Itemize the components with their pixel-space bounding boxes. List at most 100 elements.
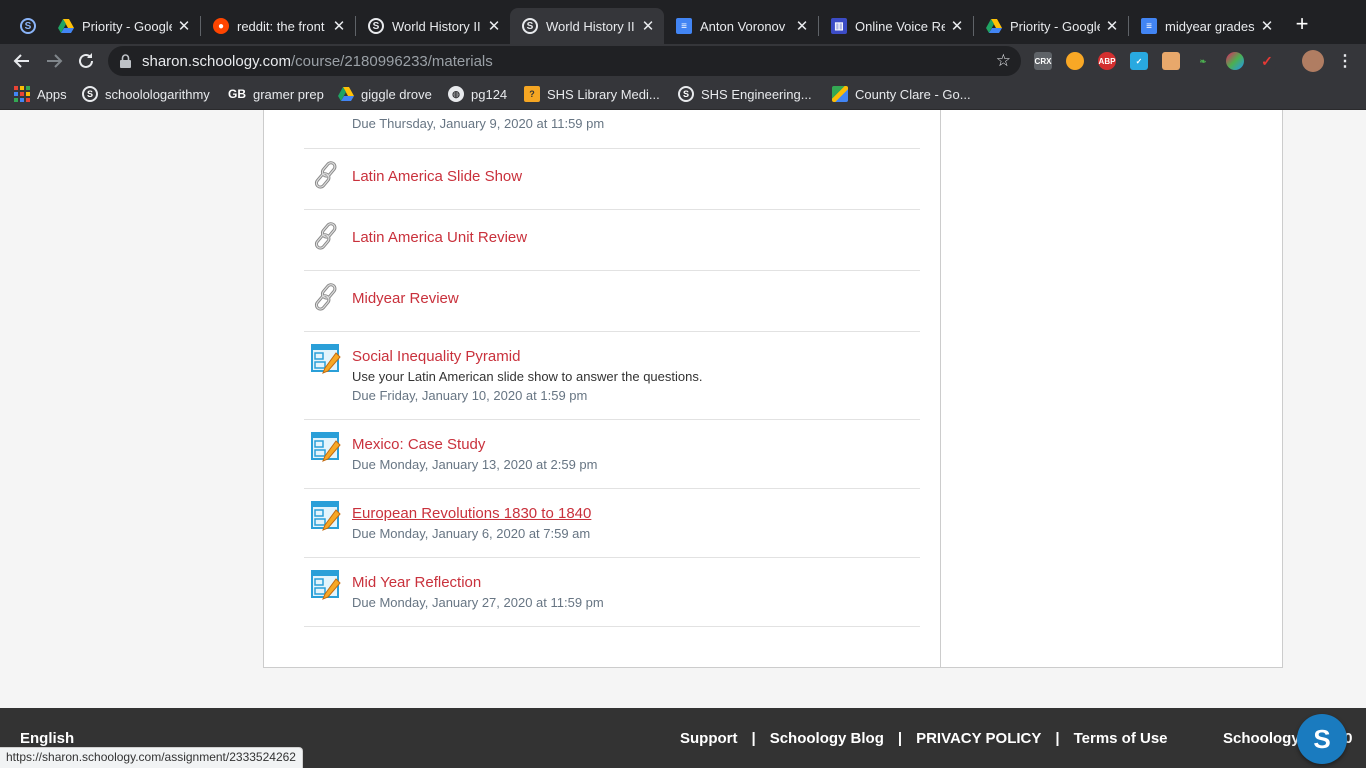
footer-separator: | [751, 730, 756, 747]
bookmark-label: pg124 [471, 86, 508, 102]
schoology-help-button[interactable]: S [1297, 714, 1347, 764]
privacy-policy-link[interactable]: PRIVACY POLICY [916, 730, 1041, 747]
material-row-assignment[interactable]: Mid Year Reflection Due Monday, January … [304, 558, 920, 627]
column-divider [940, 110, 941, 668]
material-title-link-hovered[interactable]: European Revolutions 1830 to 1840 [352, 505, 591, 522]
reload-icon [79, 53, 93, 68]
lock-icon [120, 54, 132, 68]
tab-world-history[interactable]: S World History II ✕ [356, 8, 510, 44]
google-docs-icon: ≡ [676, 18, 692, 34]
url-path: /course/2180996233/materials [290, 52, 493, 70]
material-title-link[interactable]: Social Inequality Pyramid [352, 348, 520, 365]
material-row-assignment[interactable]: Mexico: Case Study Due Monday, January 1… [304, 420, 920, 489]
address-bar[interactable]: sharon.schoology.com/course/2180996233/m… [108, 46, 1021, 76]
url-host: sharon.schoology.com [142, 52, 291, 70]
close-tab-icon[interactable]: ✕ [949, 17, 965, 35]
bookmark-shs-engineering[interactable]: S SHS Engineering... [678, 85, 812, 103]
tab-title: midyear grades [1165, 18, 1255, 34]
material-row-link[interactable]: Midyear Review [304, 271, 920, 332]
bookmark-pg124[interactable]: ◍ pg124 [448, 85, 507, 103]
material-title-link[interactable]: Latin America Unit Review [352, 229, 527, 246]
adblock-plus-icon[interactable]: ABP [1098, 52, 1116, 70]
tab-title: Priority - Google [82, 18, 172, 34]
bookmark-label: County Clare - Go... [855, 86, 971, 102]
tab-voice-recorder[interactable]: ▥ Online Voice Re ✕ [819, 8, 973, 44]
tab-midyear-grades[interactable]: ≡ midyear grades ✕ [1129, 8, 1283, 44]
tab-title: World History II [546, 18, 635, 34]
box-extension-icon[interactable] [1162, 52, 1180, 70]
color-wheel-extension-icon[interactable] [1226, 52, 1244, 70]
close-tab-icon[interactable]: ✕ [331, 17, 347, 35]
reload-button[interactable] [74, 49, 98, 73]
close-tab-icon[interactable]: ✕ [640, 17, 656, 35]
bookmark-apps[interactable]: Apps [14, 85, 67, 103]
close-tab-icon[interactable]: ✕ [176, 17, 192, 35]
material-row-assignment[interactable]: European Revolutions 1830 to 1840 Due Mo… [304, 489, 920, 558]
apps-grid-icon [14, 86, 30, 102]
assignment-icon [311, 344, 341, 374]
link-chain-icon [314, 222, 337, 250]
google-docs-icon: ≡ [1141, 18, 1157, 34]
assignment-icon [311, 432, 341, 462]
language-selector[interactable]: English [20, 730, 74, 747]
due-date: Due Monday, January 27, 2020 at 11:59 pm [352, 595, 604, 610]
bookmark-label: SHS Engineering... [701, 86, 812, 102]
tab-priority-google[interactable]: Priority - Google ✕ [46, 8, 200, 44]
course-materials-panel: Due Thursday, January 9, 2020 at 11:59 p… [263, 110, 1283, 668]
address-url: sharon.schoology.com/course/2180996233/m… [142, 53, 493, 70]
assignment-icon [311, 501, 341, 531]
material-title-link[interactable]: Mid Year Reflection [352, 574, 481, 591]
profile-avatar[interactable] [1302, 50, 1324, 72]
forward-button[interactable] [42, 49, 66, 73]
google-drive-icon [58, 18, 74, 34]
close-tab-icon[interactable]: ✕ [1259, 17, 1275, 35]
crx-extension-icon[interactable]: CRX [1034, 52, 1052, 70]
bookmark-label: giggle drove [361, 86, 432, 102]
material-title-link[interactable]: Midyear Review [352, 290, 459, 307]
material-row-link[interactable]: Latin America Slide Show [304, 149, 920, 210]
due-date: Due Friday, January 10, 2020 at 1:59 pm [352, 388, 588, 403]
tab-reddit[interactable]: ● reddit: the front ✕ [201, 8, 355, 44]
tab-priority-google-2[interactable]: Priority - Google ✕ [974, 8, 1128, 44]
owl-extension-icon[interactable] [1066, 52, 1084, 70]
checkmark-extension-icon[interactable]: ✓ [1130, 52, 1148, 70]
material-row-assignment[interactable]: Social Inequality Pyramid Use your Latin… [304, 332, 920, 420]
material-row-link[interactable]: Latin America Unit Review [304, 210, 920, 271]
schoology-blog-link[interactable]: Schoology Blog [770, 730, 884, 747]
tab-strip: S Priority - Google ✕ ● reddit: the fron… [0, 0, 1366, 44]
due-date: Due Monday, January 13, 2020 at 2:59 pm [352, 457, 598, 472]
tab-world-history-active[interactable]: S World History II ✕ [510, 8, 664, 44]
bookmark-schoolologarithmy[interactable]: S schoolologarithmy [82, 85, 210, 103]
back-button[interactable] [10, 49, 34, 73]
new-tab-button[interactable]: + [1290, 12, 1314, 36]
bookmark-county-clare[interactable]: County Clare - Go... [832, 85, 971, 103]
swoosh-extension-icon[interactable]: ✓ [1258, 52, 1276, 70]
google-maps-icon [832, 86, 848, 102]
support-link[interactable]: Support [680, 730, 738, 747]
bookmark-label: schoolologarithmy [105, 86, 210, 102]
bookmark-giggle-drove[interactable]: giggle drove [338, 85, 432, 103]
material-title-link[interactable]: Mexico: Case Study [352, 436, 485, 453]
close-tab-icon[interactable]: ✕ [794, 17, 810, 35]
close-tab-icon[interactable]: ✕ [486, 17, 502, 35]
tab-schoology-pinned[interactable]: S [8, 8, 48, 44]
bookmark-star-icon[interactable]: ☆ [996, 51, 1011, 71]
globe-icon: ◍ [448, 86, 464, 102]
voice-recorder-icon: ▥ [831, 18, 847, 34]
due-date: Due Monday, January 6, 2020 at 7:59 am [352, 526, 591, 541]
assignment-icon [311, 570, 341, 600]
close-tab-icon[interactable]: ✕ [1104, 17, 1120, 35]
library-icon: ? [524, 86, 540, 102]
schoology-icon: S [368, 18, 384, 34]
tab-anton-voronov[interactable]: ≡ Anton Voronov ✕ [664, 8, 818, 44]
material-title-link[interactable]: Latin America Slide Show [352, 168, 522, 185]
schoology-icon: S [522, 18, 538, 34]
browser-toolbar: sharon.schoology.com/course/2180996233/m… [0, 44, 1366, 78]
bookmark-shs-library[interactable]: ? SHS Library Medi... [524, 85, 660, 103]
bookmark-gramer-prep[interactable]: GB gramer prep [228, 85, 324, 103]
footer-separator: | [1055, 730, 1060, 747]
terms-of-use-link[interactable]: Terms of Use [1074, 730, 1168, 747]
bookmark-label: gramer prep [253, 86, 324, 102]
menu-kebab-icon[interactable]: ⋮ [1336, 52, 1354, 70]
leaf-extension-icon[interactable]: ❧ [1194, 52, 1212, 70]
